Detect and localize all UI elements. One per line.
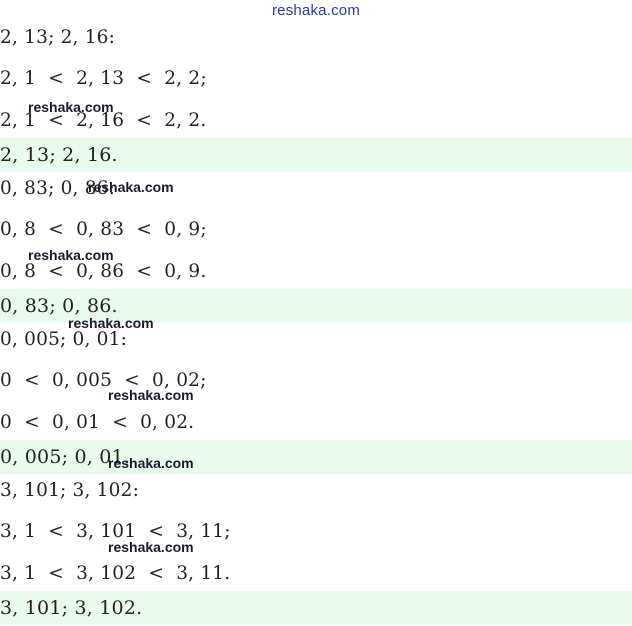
watermark: reshaka.com [28,99,114,115]
watermark: reshaka.com [108,455,194,471]
inequality-2a: 0, 8 < 0, 83 < 0, 9; [0,219,207,240]
answer-band-1: 2, 13; 2, 16. [0,138,632,172]
intro-line-1: 2, 13; 2, 16: [0,27,116,48]
inequality-1a: 2, 1 < 2, 13 < 2, 2; [0,68,207,89]
answer-band-4: 3, 101; 3, 102. [0,591,632,625]
site-link[interactable]: reshaka.com [0,2,632,22]
inequality-3b: 0 < 0, 01 < 0, 02. [0,412,195,433]
answer-4: 3, 101; 3, 102. [0,597,143,619]
watermark: reshaka.com [28,247,114,263]
watermark: reshaka.com [108,387,194,403]
intro-line-4: 3, 101; 3, 102: [0,480,140,501]
watermark: reshaka.com [108,539,194,555]
intro-line-3: 0, 005; 0, 01: [0,329,128,350]
inequality-2b: 0, 8 < 0, 86 < 0, 9. [0,261,207,282]
inequality-4b: 3, 1 < 3, 102 < 3, 11. [0,563,231,584]
watermark: reshaka.com [68,315,154,331]
answer-1: 2, 13; 2, 16. [0,144,118,166]
answer-band-3: 0, 005; 0, 01. [0,440,632,474]
watermark: reshaka.com [88,179,174,195]
